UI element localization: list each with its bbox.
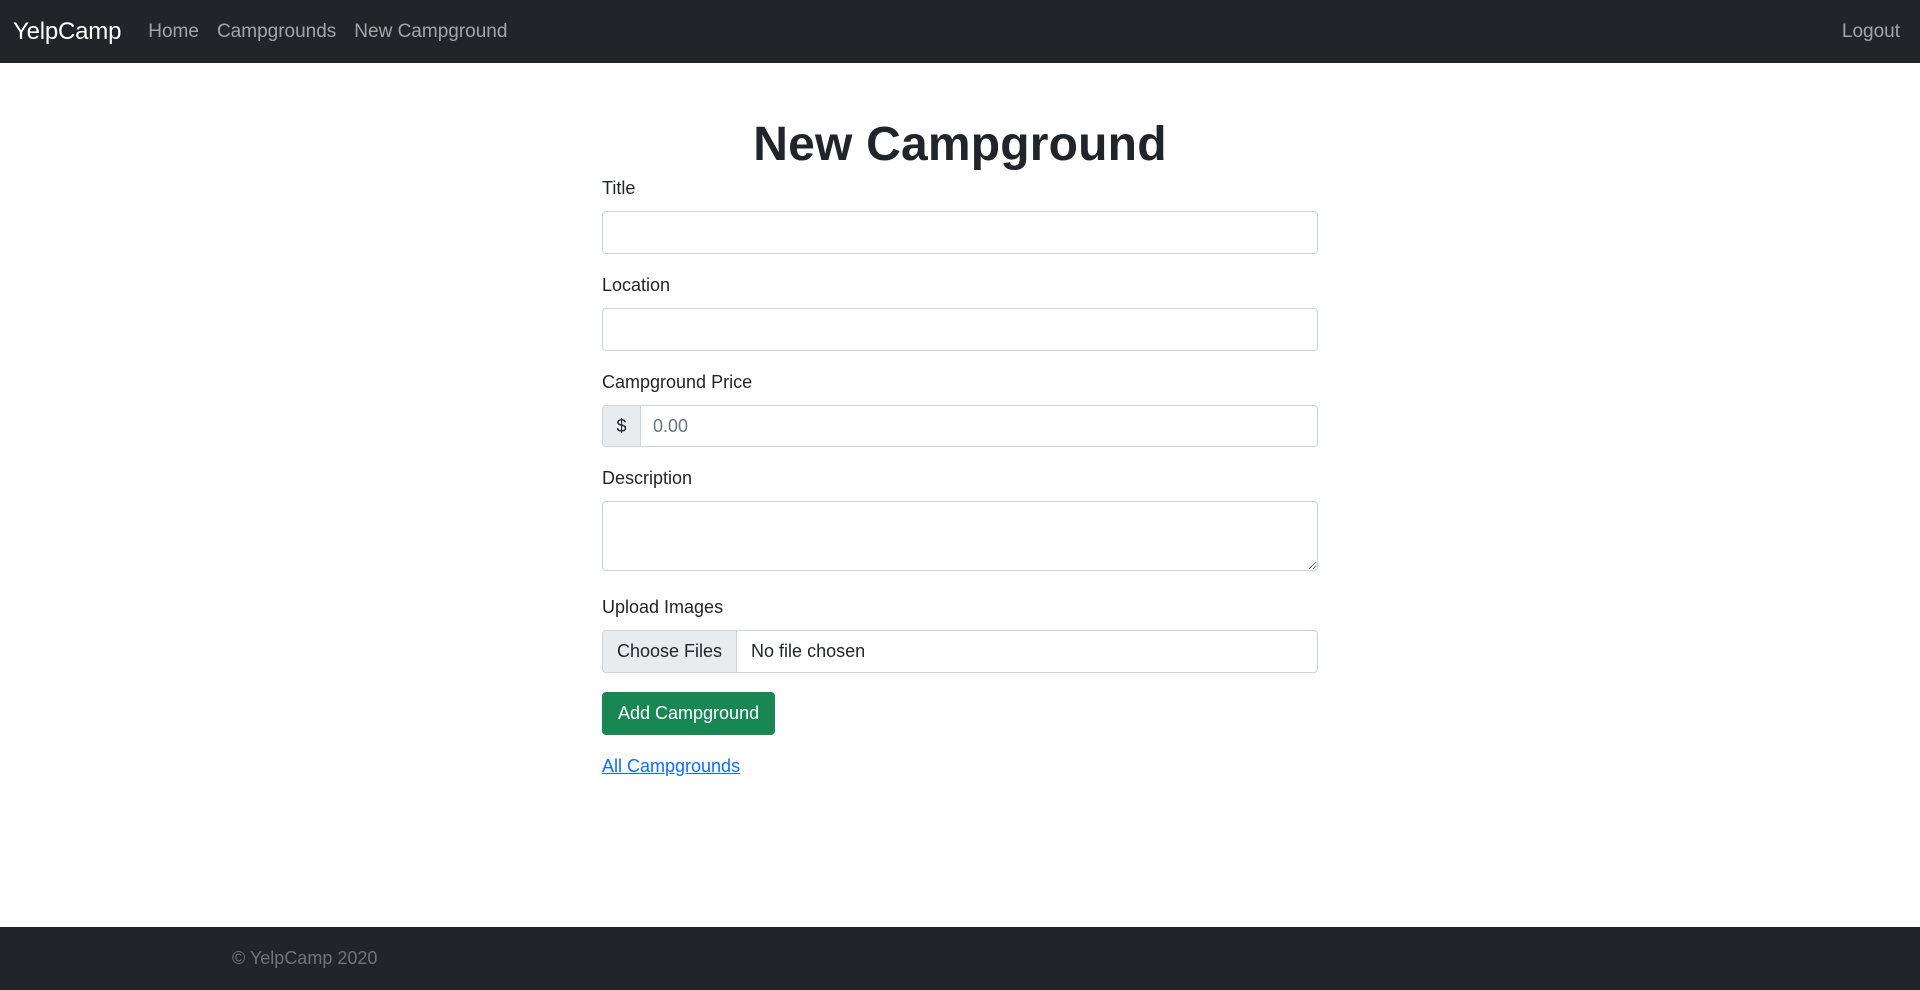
new-campground-form: New Campground Title Location Campground… [602,63,1318,777]
add-campground-button[interactable]: Add Campground [602,692,776,735]
footer-copyright: © YelpCamp 2020 [232,948,378,968]
title-input[interactable] [602,211,1318,254]
description-label: Description [602,468,693,488]
description-field: Description [602,467,1318,576]
nav-link-new-campground[interactable]: New Campground [354,21,507,43]
nav-right: Logout [1842,21,1907,43]
description-textarea[interactable] [602,501,1318,571]
back-link-row: All Campgrounds [602,735,1318,777]
dollar-prefix: $ [602,405,640,447]
nav-link-home[interactable]: Home [148,21,199,43]
nav-link-campgrounds[interactable]: Campgrounds [217,21,336,43]
footer: © YelpCamp 2020 [0,927,1920,990]
all-campgrounds-link[interactable]: All Campgrounds [602,756,740,777]
price-field: Campground Price $ [602,371,1318,447]
upload-field: Upload Images Choose Files No file chose… [602,596,1318,673]
file-input[interactable]: Choose Files No file chosen [602,630,1318,673]
page-title: New Campground [753,118,1167,171]
price-label: Campground Price [602,372,753,392]
nav-links: Home Campgrounds New Campground [148,21,525,43]
location-input[interactable] [602,308,1318,351]
title-field: Title [602,177,1318,254]
navbar: YelpCamp Home Campgrounds New Campground… [0,0,1920,63]
page: YelpCamp Home Campgrounds New Campground… [0,0,1920,990]
location-label: Location [602,275,671,295]
upload-label: Upload Images [602,597,724,617]
location-field: Location [602,274,1318,351]
price-input[interactable] [640,405,1318,447]
price-input-group: $ [602,405,1318,447]
file-status: No file chosen [751,641,866,661]
title-label: Title [602,178,636,198]
brand-link[interactable]: YelpCamp [13,18,121,46]
choose-files-button[interactable]: Choose Files [603,631,738,672]
logout-link[interactable]: Logout [1842,21,1900,43]
